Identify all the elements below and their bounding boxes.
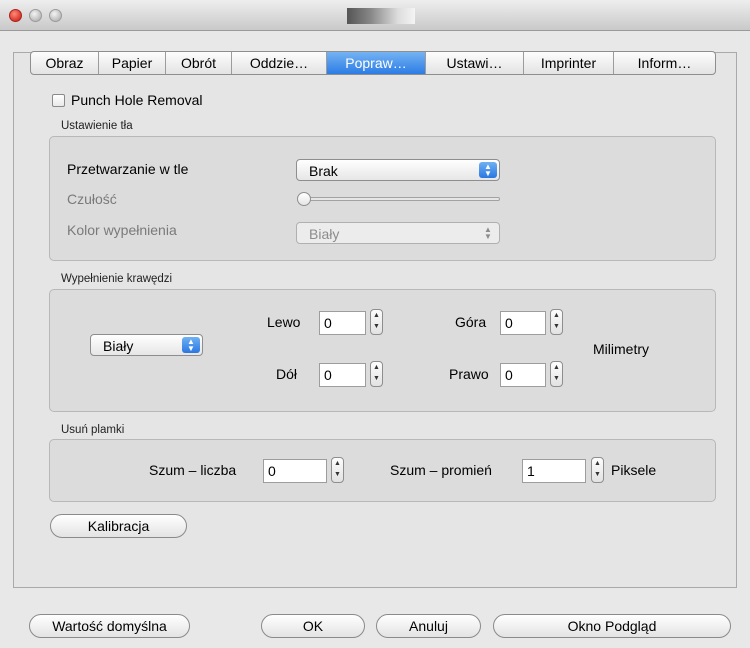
edge-color-select[interactable]: Biały ▲ ▼ [90,334,203,356]
right-margin-field[interactable]: 0 [500,363,546,387]
fill-color-select[interactable]: Biały ▲ ▼ [296,222,500,244]
right-margin-label: Prawo [449,366,489,382]
despeckle-group-title: Usuń plamki [61,424,125,436]
updown-arrows-icon: ▲ ▼ [484,225,492,241]
edge-color-value: Biały [103,338,134,354]
millimeters-label: Milimetry [593,341,649,357]
sensitivity-label: Czułość [67,191,117,207]
zoom-window-button[interactable] [49,9,62,22]
processing-select[interactable]: Brak ▲ ▼ [296,159,500,181]
minimize-window-button[interactable] [29,9,42,22]
title-bar [0,0,750,31]
updown-arrows-icon: ▲ ▼ [479,162,497,178]
tab-obraz[interactable]: Obraz [31,52,99,74]
noise-radius-stepper[interactable]: ▲ ▼ [591,457,604,483]
processing-value: Brak [309,163,338,179]
fill-color-label: Kolor wypełnienia [67,222,177,238]
updown-arrows-icon: ▲ ▼ [182,337,200,353]
noise-count-field[interactable]: 0 [263,459,327,483]
top-margin-label: Góra [455,314,487,330]
noise-count-label: Szum – liczba [149,462,237,478]
dialog-window: Obraz Papier Obrót Oddzie… Popraw… Ustaw… [0,0,750,648]
ok-button[interactable]: OK [261,614,365,638]
top-margin-stepper[interactable]: ▲ ▼ [550,309,563,335]
left-margin-field[interactable]: 0 [319,311,366,335]
left-margin-stepper[interactable]: ▲ ▼ [370,309,383,335]
pixels-label: Piksele [611,462,657,478]
tab-ustawienia[interactable]: Ustawi… [426,52,524,74]
noise-count-stepper[interactable]: ▲ ▼ [331,457,344,483]
left-margin-label: Lewo [267,314,301,330]
processing-label: Przetwarzanie w tle [67,161,189,177]
tab-papier[interactable]: Papier [99,52,166,74]
tab-imprinter[interactable]: Imprinter [524,52,614,74]
sensitivity-slider-knob[interactable] [297,192,311,206]
edge-fill-group-title: Wypełnienie krawędzi [61,273,173,285]
calibration-button[interactable]: Kalibracja [50,514,187,538]
background-group-title: Ustawienie tła [61,120,133,132]
tab-oddzielanie[interactable]: Oddzie… [232,52,327,74]
window-title-icon [347,8,415,24]
bottom-margin-stepper[interactable]: ▲ ▼ [370,361,383,387]
fill-color-value: Biały [309,226,340,242]
bottom-margin-label: Dół [276,366,298,382]
default-values-button[interactable]: Wartość domyślna [29,614,190,638]
tab-informacje[interactable]: Inform… [614,52,715,74]
close-window-button[interactable] [9,9,22,22]
preview-window-button[interactable]: Okno Podgląd [493,614,731,638]
bottom-margin-field[interactable]: 0 [319,363,366,387]
tab-poprawki[interactable]: Popraw… [327,52,426,74]
top-margin-field[interactable]: 0 [500,311,546,335]
cancel-button[interactable]: Anuluj [376,614,481,638]
tab-bar: Obraz Papier Obrót Oddzie… Popraw… Ustaw… [30,51,716,75]
right-margin-stepper[interactable]: ▲ ▼ [550,361,563,387]
tab-obrot[interactable]: Obrót [166,52,232,74]
sensitivity-slider-track[interactable] [300,197,500,201]
noise-radius-field[interactable]: 1 [522,459,586,483]
noise-radius-label: Szum – promień [390,462,492,478]
punch-hole-checkbox[interactable] [52,94,65,107]
punch-hole-label: Punch Hole Removal [71,92,203,108]
